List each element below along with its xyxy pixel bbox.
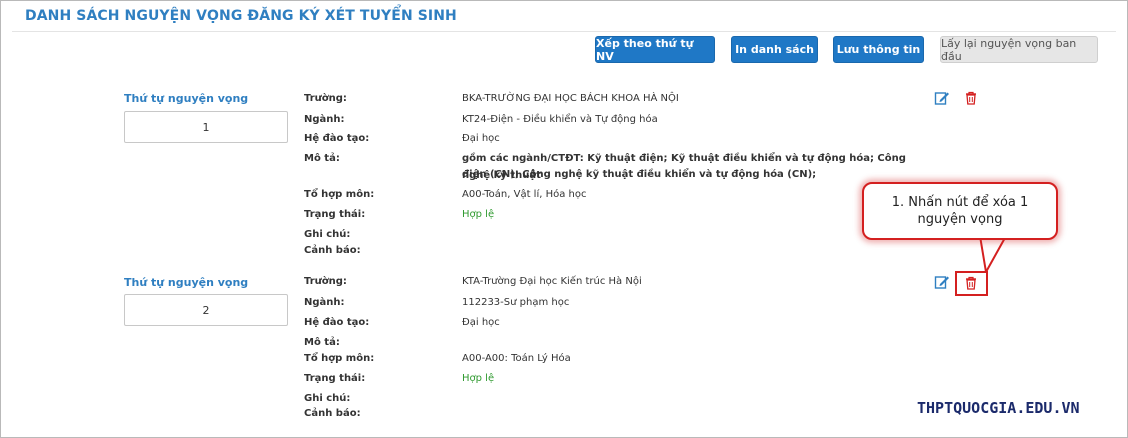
status-label: Trạng thái:: [304, 209, 366, 220]
warning-label: Cảnh báo:: [304, 408, 361, 419]
subjects-value: A00-A00: Toán Lý Hóa: [462, 353, 571, 364]
subjects-label: Tổ hợp môn:: [304, 353, 375, 364]
school-label: Trường:: [304, 276, 347, 287]
note-label: Ghi chú:: [304, 229, 351, 240]
order-input[interactable]: 1: [124, 111, 288, 143]
order-label: Thứ tự nguyện vọng: [124, 92, 249, 105]
watermark: THPTQUOCGIA.EDU.VN: [917, 399, 1080, 417]
edit-icon[interactable]: [934, 90, 950, 106]
title-divider: [12, 31, 1116, 32]
training-label: Hệ đào tạo:: [304, 133, 370, 144]
subjects-label: Tổ hợp môn:: [304, 189, 375, 200]
save-button[interactable]: Lưu thông tin: [833, 36, 924, 63]
instruction-callout: 1. Nhấn nút để xóa 1 nguyện vọng: [862, 182, 1058, 240]
restore-button[interactable]: Lấy lại nguyện vọng ban đầu: [940, 36, 1098, 63]
order-label: Thứ tự nguyện vọng: [124, 276, 249, 289]
callout-pointer: [979, 236, 1009, 273]
edit-icon[interactable]: [934, 274, 950, 290]
callout-line-2: nguyện vọng: [917, 212, 1003, 227]
major-value: KT24-Điện - Điều khiển và Tự động hóa: [462, 114, 658, 125]
training-value: Đại học: [462, 133, 500, 144]
note-label: Ghi chú:: [304, 393, 351, 404]
major-label: Ngành:: [304, 114, 345, 125]
description-line-2: điện (CN); Công nghệ kỹ thuật điều khiển…: [462, 169, 817, 180]
school-value: KTA-Trường Đại học Kiến trúc Hà Nội: [462, 276, 642, 287]
print-button[interactable]: In danh sách: [731, 36, 818, 63]
sort-button[interactable]: Xếp theo thứ tự NV: [595, 36, 715, 63]
description-label: Mô tả:: [304, 337, 340, 348]
order-input[interactable]: 2: [124, 294, 288, 326]
status-value: Hợp lệ: [462, 373, 495, 384]
training-value: Đại học: [462, 317, 500, 328]
major-label: Ngành:: [304, 297, 345, 308]
warning-label: Cảnh báo:: [304, 245, 361, 256]
status-label: Trạng thái:: [304, 373, 366, 384]
major-value: 112233-Sư phạm học: [462, 297, 570, 308]
page-title: DANH SÁCH NGUYỆN VỌNG ĐĂNG KÝ XÉT TUYỂN …: [25, 8, 457, 24]
training-label: Hệ đào tạo:: [304, 317, 370, 328]
school-label: Trường:: [304, 93, 347, 104]
trash-icon[interactable]: [963, 90, 979, 106]
description-label: Mô tả:: [304, 153, 340, 164]
callout-line-1: 1. Nhấn nút để xóa 1: [891, 195, 1029, 210]
school-value: BKA-TRƯỜNG ĐẠI HỌC BÁCH KHOA HÀ NỘI: [462, 93, 679, 104]
